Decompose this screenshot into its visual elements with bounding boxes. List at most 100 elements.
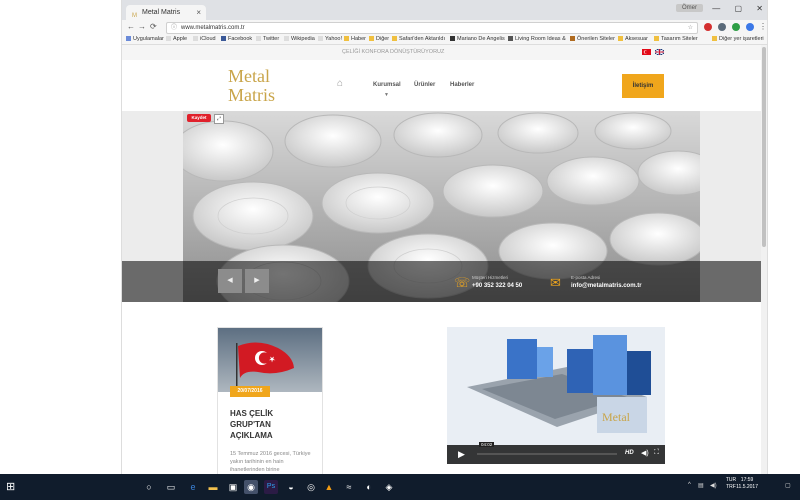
hd-badge[interactable]: HD [625,450,634,456]
tab-title: Metal Matris [142,9,181,16]
phone-icon: ☏ [454,275,471,290]
app-icon[interactable]: ◐ [362,480,376,494]
translate-extension-icon[interactable] [746,23,754,31]
edge-icon[interactable]: e [186,480,200,494]
metal-matris-logo[interactable]: Metal Matris [226,65,316,103]
fullscreen-icon[interactable]: ⛶ [654,449,659,457]
network-icon[interactable]: ▤ [698,482,704,489]
logo-line-1: Metal [228,66,270,86]
uk-flag-icon[interactable] [655,49,664,55]
info-icon[interactable]: ⓘ [171,23,177,33]
bookmark-folder[interactable]: Haber [344,36,366,42]
start-windows-icon[interactable]: ⊞ [6,480,15,493]
bookmark-item[interactable]: Living Room Ideas & [508,36,566,42]
bookmark-item[interactable]: Wikipedia [284,36,315,42]
bookmark-item[interactable]: iCloud [193,36,216,42]
photoshop-icon[interactable]: Ps [264,480,278,494]
scrollbar-thumb[interactable] [762,47,766,247]
bookmarks-bar: Uygulamalar Apple iCloud Facebook Twitte… [122,34,767,45]
menu-haberler[interactable]: Haberler [450,82,474,88]
volume-tray-icon[interactable]: ◀) [710,482,717,489]
pinterest-save-button[interactable]: Kaydet [187,114,211,122]
site-header: Metal Matris ⌂ Kurumsal ▼ Ürünler Haberl… [122,60,761,115]
page-scrollbar[interactable] [761,45,767,474]
tray-chevron-icon[interactable]: ^ [688,482,691,488]
back-arrow-icon[interactable]: ← [127,22,135,31]
minimize-button[interactable]: — [712,4,720,13]
browser-tab[interactable]: M Metal Matris × [126,5,206,20]
bookmark-item[interactable]: Mariano De Angelis [450,36,505,42]
vlc-icon[interactable]: ▲ [322,480,336,494]
home-icon[interactable]: ⌂ [337,78,343,89]
bookmark-star-icon[interactable]: ☆ [688,23,693,33]
news-excerpt: 15 Temmuz 2016 gecesi, Türkiye yakın tar… [230,451,311,473]
other-bookmarks[interactable]: Diğer yer işaretleri [712,36,764,42]
turkish-flag-photo [218,328,322,392]
chrome-menu-icon[interactable]: ⋮ [759,22,767,31]
chrome-icon[interactable]: ◉ [244,480,258,494]
file-explorer-icon[interactable]: ▬ [206,480,220,494]
system-clock[interactable]: 17:59 11.5.2017 [736,477,758,491]
notifications-icon[interactable]: ▢ [785,482,791,489]
close-window-button[interactable]: ✕ [756,4,763,13]
clock-time: 17:59 [740,477,754,483]
news-card[interactable]: 20/07/2016 HAS ÇELİK GRUP'TAN AÇIKLAMA 1… [217,327,323,474]
turkish-flag-icon[interactable] [642,49,651,55]
expand-icon[interactable]: ⤢ [214,114,224,124]
bookmark-item[interactable]: Uygulamalar [126,36,164,42]
browser-window: M Metal Matris × Ömer — ▢ ✕ ← → ⟳ ⓘ www.… [121,0,768,474]
phone-number[interactable]: +90 352 322 04 50 [472,283,522,289]
phone-label: Müşteri Hizmetleri [472,275,509,280]
app-icon[interactable]: ◎ [304,480,318,494]
slider-next-button[interactable]: ▶ [245,269,269,293]
slider-prev-button[interactable]: ◀ [218,269,242,293]
search-icon[interactable]: ○ [142,480,156,494]
forward-arrow-icon[interactable]: → [138,22,146,31]
site-slogan: ÇELİĞİ KONFORA DÖNÜŞTÜRÜYORUZ [342,49,445,55]
bookmark-item[interactable]: Twitter [256,36,279,42]
pinterest-extension-icon[interactable] [704,23,712,31]
top-bar: ÇELİĞİ KONFORA DÖNÜŞTÜRÜYORUZ [122,45,761,60]
app-icon[interactable]: ◈ [382,480,396,494]
extension-shield-icon[interactable] [732,23,740,31]
video-logo-text: Metal [602,410,631,424]
desktop-left [0,0,121,474]
extension-eye-icon[interactable] [718,23,726,31]
bookmark-item[interactable]: Facebook [221,36,252,42]
bookmark-item[interactable]: Önerilen Siteler [570,36,615,42]
video-time: 04:02 [479,442,495,447]
bookmark-folder[interactable]: Aksesuar [618,36,648,42]
clock-date: 11.5.2017 [736,484,758,490]
video-progress-track[interactable] [477,453,617,455]
video-thumbnail: Metal [447,327,665,445]
email-label: E-posta Adresi [571,275,601,280]
reload-icon[interactable]: ⟳ [150,22,157,31]
news-title[interactable]: HAS ÇELİK GRUP'TAN AÇIKLAMA [230,408,310,441]
bookmark-item[interactable]: Yahoo! [318,36,342,42]
chevron-down-icon: ▼ [384,92,389,98]
video-controls: ▶ 04:02 HD ◀) ⛶ [447,442,665,464]
contact-button[interactable]: İletişim [622,74,664,98]
bookmark-item[interactable]: Apple [166,36,187,42]
hero-slider: Kaydet ⤢ ◀ ▶ ☏ Müşteri Hizmetleri +90 35… [122,111,761,302]
address-bar[interactable]: ⓘ www.metalmatris.com.tr ☆ [166,22,698,34]
profile-chip[interactable]: Ömer [676,4,703,12]
url-text: www.metalmatris.com.tr [181,25,245,31]
menu-urunler[interactable]: Ürünler [414,82,435,88]
play-icon[interactable]: ▶ [458,449,465,460]
logo-line-2: Matris [228,85,275,103]
bookmark-folder[interactable]: Safari'den Aktarıldı [392,36,445,42]
bookmark-folder[interactable]: Diğer [369,36,389,42]
task-view-icon[interactable]: ▭ [164,480,178,494]
app-icon[interactable]: ≈ [342,480,356,494]
volume-icon[interactable]: ◀) [641,449,649,457]
bookmark-folder[interactable]: Tasarım Siteler [654,36,698,42]
maximize-button[interactable]: ▢ [735,4,743,13]
store-icon[interactable]: ▣ [226,480,240,494]
video-player[interactable]: Metal ▶ 04:02 HD ◀) ⛶ [447,327,665,464]
menu-kurumsal[interactable]: Kurumsal [373,82,401,88]
tab-close-icon[interactable]: × [196,5,201,20]
app-icon[interactable]: ◒ [284,480,298,494]
email-address[interactable]: info@metalmatris.com.tr [571,283,642,289]
window-controls: — ▢ ✕ [700,4,763,13]
